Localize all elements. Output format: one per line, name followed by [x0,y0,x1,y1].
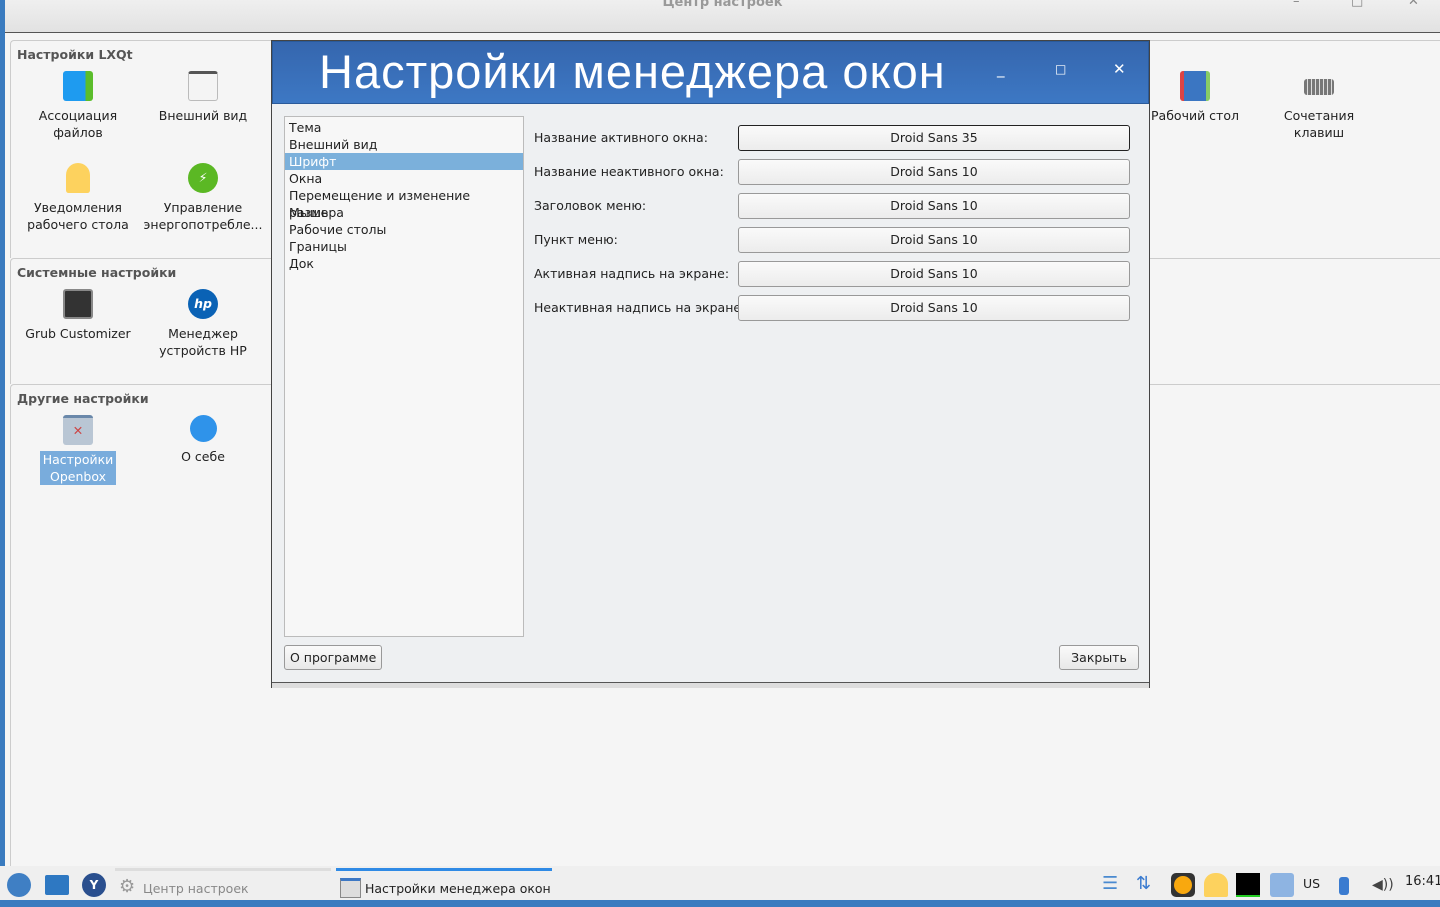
bell-icon [66,163,90,193]
nav-item-appearance[interactable]: Внешний вид [285,136,523,153]
settings-center-titlebar[interactable]: Центр настроек – □ ✕ [5,0,1440,33]
font-picker-button[interactable]: Droid Sans 10 [738,261,1130,287]
grub-icon [63,289,93,319]
window-manager-settings-dialog: Настройки менеджера окон _ □ ✕ Тема Внеш… [271,40,1150,688]
font-label: Название неактивного окна: [534,164,724,179]
volume-icon[interactable]: ◀)) [1372,873,1396,897]
appearance-icon [188,71,218,101]
item-openbox-settings[interactable]: ✕ Настройки Openbox [16,415,140,485]
minimize-button[interactable]: – [1293,0,1300,9]
font-label: Активная надпись на экране: [534,266,730,281]
notes-icon[interactable] [1270,873,1294,897]
minimize-button[interactable]: _ [997,60,1005,78]
task-window-manager-settings[interactable]: Настройки менеджера окон [336,868,552,900]
openbox-tools-icon: ✕ [63,415,93,445]
gear-icon: ⚙ [119,876,136,897]
app-menu-icon[interactable] [7,873,31,897]
nav-item-desktops[interactable]: Рабочие столы [285,221,523,238]
task-settings-center[interactable]: ⚙ Центр настроек [115,868,331,900]
nav-item-theme[interactable]: Тема [285,119,523,136]
maximize-button[interactable]: □ [1351,0,1363,9]
task-label: Центр настроек [143,881,249,896]
font-label: Заголовок меню: [534,198,647,213]
nav-item-margins[interactable]: Границы [285,238,523,255]
font-label: Неактивная надпись на экране: [534,300,746,315]
window-title: Центр настроек [662,0,783,10]
item-hp-manager[interactable]: hp Менеджер устройств HP [141,289,265,359]
item-shortcuts[interactable]: Сочетания клавиш [1257,71,1381,141]
nav-item-windows[interactable]: Окна [285,170,523,187]
settings-nav-list[interactable]: Тема Внешний вид Шрифт Окна Перемещение … [284,116,524,637]
item-notifications[interactable]: Уведомления рабочего стола [16,163,140,233]
close-button[interactable]: ✕ [1408,0,1419,9]
hp-icon: hp [188,289,218,319]
yandex-browser-icon[interactable]: Y [82,873,106,897]
dialog-bottom-border [272,682,1149,688]
item-label: Управление энергопотребле... [143,200,263,232]
group-title: Другие настройки [17,391,149,406]
font-picker-button[interactable]: Droid Sans 10 [738,193,1130,219]
nav-item-mouse[interactable]: Мышь [285,204,523,221]
item-label: Сочетания клавиш [1283,108,1355,140]
font-picker-button[interactable]: Droid Sans 35 [738,125,1130,151]
power-icon: ⚡ [188,163,218,193]
font-picker-button[interactable]: Droid Sans 10 [738,227,1130,253]
font-row-inactive-window: Название неактивного окна: Droid Sans 10 [534,159,1130,185]
item-power-management[interactable]: ⚡ Управление энергопотребле... [141,163,265,233]
dialog-titlebar[interactable]: Настройки менеджера окон _ □ ✕ [272,41,1149,104]
nav-item-move-resize[interactable]: Перемещение и изменение размера [285,187,523,220]
font-label: Пункт меню: [534,232,618,247]
item-label: Настройки Openbox [39,451,117,485]
close-dialog-button[interactable]: Закрыть [1059,645,1139,670]
font-label: Название активного окна: [534,130,708,145]
item-label: Уведомления рабочего стола [27,200,129,232]
nav-item-font[interactable]: Шрифт [285,153,523,170]
taskbar: Y ⚙ Центр настроек Настройки менеджера ок… [0,866,1440,900]
indicator-dot [1174,876,1192,894]
item-about-me[interactable]: О себе [141,415,265,465]
about-button[interactable]: О программе [284,645,383,670]
notification-bell-icon[interactable] [1204,873,1228,897]
task-label: Настройки менеджера окон [365,881,551,896]
item-label: Grub Customizer [25,326,131,341]
item-label: Ассоциация файлов [38,108,118,140]
item-appearance[interactable]: Внешний вид [141,71,265,124]
font-picker-button[interactable]: Droid Sans 10 [738,295,1130,321]
file-association-icon [63,71,93,101]
item-file-associations[interactable]: Ассоциация файлов [16,71,140,141]
close-button[interactable]: ✕ [1113,60,1126,78]
group-title: Настройки LXQt [17,47,133,62]
item-label: О себе [181,449,225,464]
dialog-title: Настройки менеджера окон [319,45,946,98]
font-row-inactive-osd: Неактивная надпись на экране: Droid Sans … [534,295,1130,321]
maximize-button[interactable]: □ [1055,62,1066,76]
item-desktop[interactable]: Рабочий стол [1133,71,1257,124]
nav-item-dock[interactable]: Док [285,255,523,272]
cpu-monitor-icon[interactable] [1236,873,1260,897]
mixer-icon[interactable]: ☰ [1102,873,1126,897]
font-row-menu-header: Заголовок меню: Droid Sans 10 [534,193,1130,219]
item-grub-customizer[interactable]: Grub Customizer [16,289,140,342]
group-title: Системные настройки [17,265,177,280]
font-row-menu-item: Пункт меню: Droid Sans 10 [534,227,1130,253]
network-transfer-icon[interactable]: ⇅ [1136,873,1160,897]
keyboard-layout[interactable]: US [1303,866,1320,898]
clock[interactable]: 16:41 [1405,864,1440,896]
desktop-icon [1180,71,1210,101]
item-label: Менеджер устройств HP [159,326,247,358]
font-row-active-window: Название активного окна: Droid Sans 35 [534,125,1130,151]
item-label: Внешний вид [158,108,248,123]
usb-device-icon[interactable] [1339,877,1349,895]
font-row-active-osd: Активная надпись на экране: Droid Sans 10 [534,261,1130,287]
keyboard-icon [1304,79,1334,95]
file-manager-icon[interactable] [45,875,69,895]
font-picker-button[interactable]: Droid Sans 10 [738,159,1130,185]
item-label: Рабочий стол [1151,108,1239,123]
window-icon [340,878,361,898]
user-icon [189,415,217,442]
status-indicator-icon[interactable] [1171,873,1195,897]
